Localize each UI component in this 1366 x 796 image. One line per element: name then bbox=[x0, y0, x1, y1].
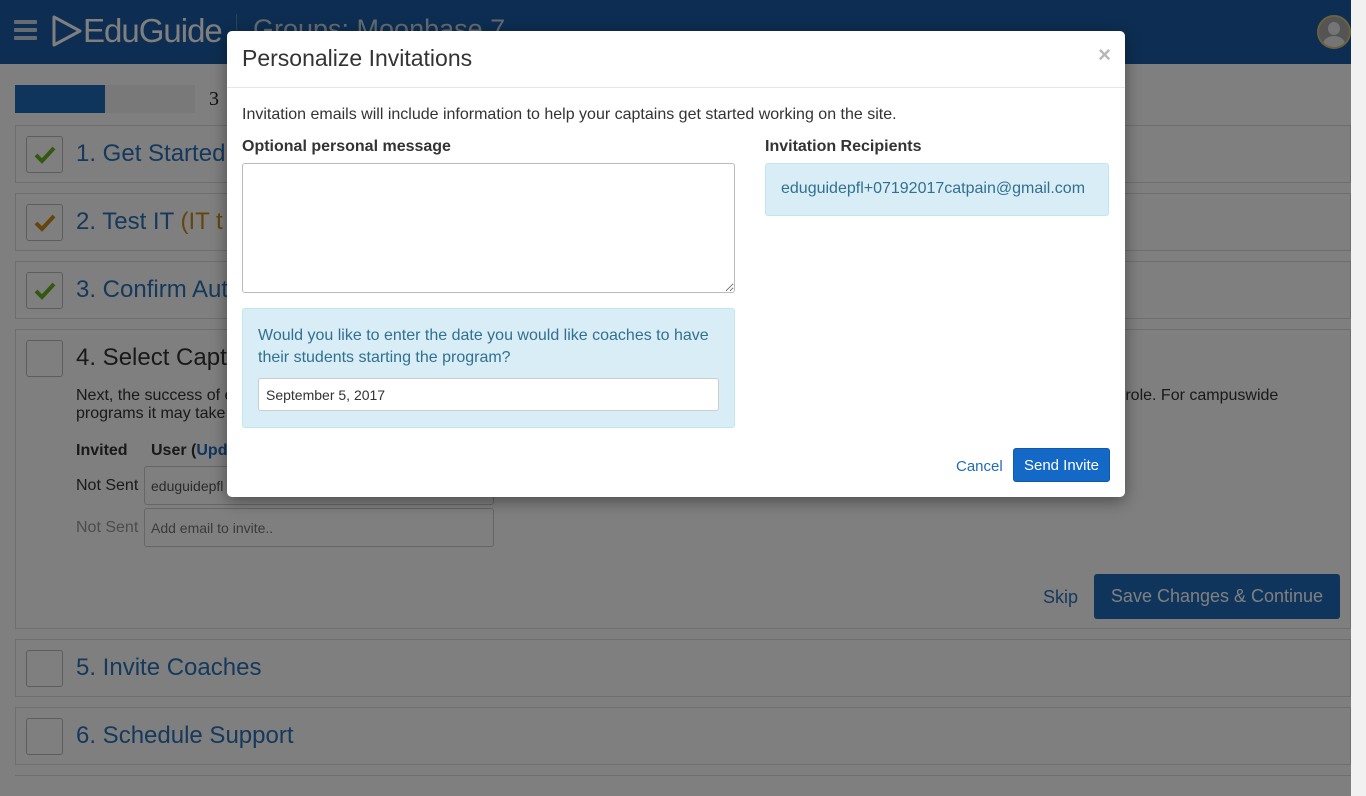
start-date-panel: Would you like to enter the date you wou… bbox=[242, 308, 735, 428]
close-icon[interactable]: × bbox=[1098, 42, 1111, 68]
modal-header: Personalize Invitations × bbox=[227, 31, 1125, 88]
page-scrollbar[interactable] bbox=[1351, 0, 1366, 796]
recipients-list: eduguidepfl+07192017catpain@gmail.com bbox=[765, 163, 1109, 216]
personal-message-textarea[interactable] bbox=[242, 163, 735, 293]
start-date-question: Would you like to enter the date you wou… bbox=[258, 327, 709, 366]
personal-message-label: Optional personal message bbox=[242, 138, 451, 155]
modal-title: Personalize Invitations bbox=[242, 45, 473, 71]
recipients-label: Invitation Recipients bbox=[765, 138, 922, 155]
personalize-invitations-modal: Personalize Invitations × Invitation ema… bbox=[227, 31, 1125, 497]
cancel-button[interactable]: Cancel bbox=[956, 458, 1003, 475]
recipient-email: eduguidepfl+07192017catpain@gmail.com bbox=[781, 180, 1086, 197]
modal-intro-text: Invitation emails will include informati… bbox=[242, 106, 897, 123]
send-invite-button[interactable]: Send Invite bbox=[1013, 448, 1110, 482]
start-date-input[interactable] bbox=[258, 378, 719, 411]
